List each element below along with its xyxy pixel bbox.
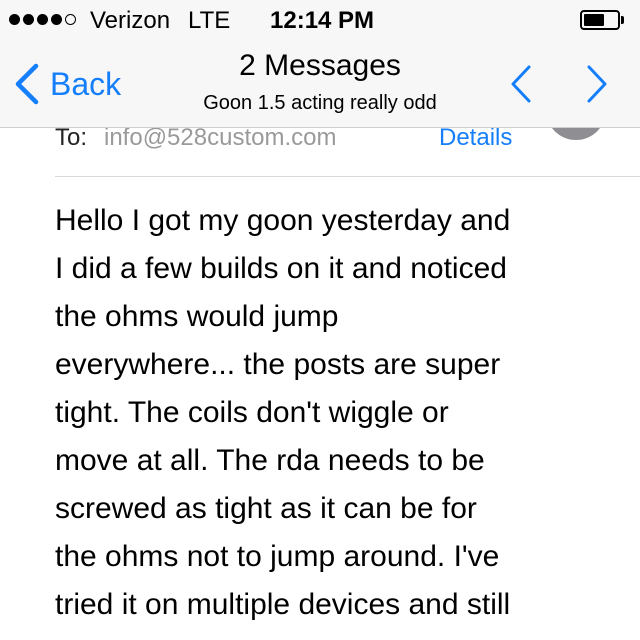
message-line: everywhere... the posts are super	[55, 348, 501, 381]
battery-tip	[621, 16, 624, 24]
battery-fill	[584, 14, 605, 26]
battery-icon	[580, 10, 620, 30]
message-body: Hello I got my goon yesterday and I did a…	[55, 197, 640, 629]
message-line: tried it on multiple devices and still	[55, 588, 511, 621]
message-line: Hello I got my goon yesterday and	[55, 204, 511, 237]
navigation-bar: Back 2 Messages Goon 1.5 acting really o…	[0, 40, 640, 128]
signal-dot	[23, 14, 34, 25]
signal-strength-icon	[9, 14, 76, 25]
message-line: move at all. The rda needs to be	[55, 444, 485, 477]
signal-dot	[9, 14, 20, 25]
page-title: 2 Messages	[239, 49, 401, 82]
chevron-left-icon	[511, 65, 531, 103]
previous-message-button[interactable]	[508, 64, 534, 109]
status-time: 12:14 PM	[270, 7, 375, 34]
message-line: the ohms not to jump around. I've	[55, 540, 500, 573]
carrier-name: Verizon	[90, 7, 171, 34]
message-line: the ohms would jump	[55, 300, 339, 333]
message-line: tight. The coils don't wiggle or	[55, 396, 449, 429]
message-line: screwed as tight as it can be for	[55, 492, 477, 525]
next-message-button[interactable]	[584, 64, 610, 109]
message-subject: Goon 1.5 acting really odd	[203, 92, 437, 114]
chevron-right-icon	[587, 65, 607, 103]
signal-dot	[37, 14, 48, 25]
to-label: To:	[55, 124, 88, 151]
details-link[interactable]: Details	[439, 124, 512, 152]
header-divider	[55, 176, 640, 177]
status-bar: Verizon LTE 12:14 PM	[0, 0, 640, 40]
signal-dot	[51, 14, 62, 25]
recipient-address[interactable]: info@528custom.com	[104, 124, 336, 152]
signal-dot	[65, 14, 76, 25]
network-type: LTE	[188, 7, 231, 34]
message-line: I did a few builds on it and noticed	[55, 252, 507, 285]
